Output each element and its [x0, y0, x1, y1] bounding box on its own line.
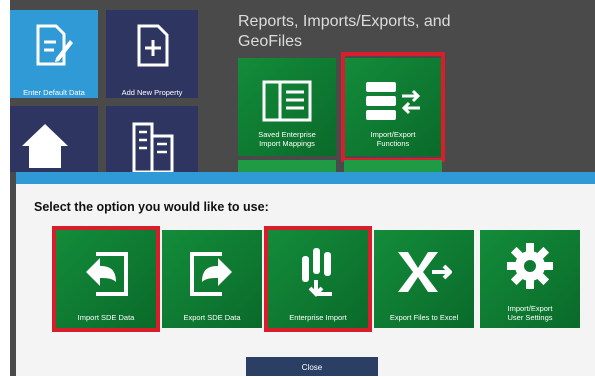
- import-export-user-settings-label: Import/Export User Settings: [507, 304, 553, 322]
- building-tile[interactable]: [106, 106, 198, 172]
- enter-default-data-label: Enter Default Data: [23, 88, 85, 97]
- dialog-title-bar: [16, 172, 595, 184]
- home-tile[interactable]: [10, 106, 98, 172]
- mappings-list-icon: [262, 80, 312, 122]
- enter-default-data-tile[interactable]: Enter Default Data: [10, 10, 98, 98]
- add-document-icon: [137, 24, 169, 67]
- import-export-functions-highlight: [341, 52, 445, 162]
- add-new-property-tile[interactable]: Add New Property: [106, 10, 198, 98]
- close-button[interactable]: Close: [246, 357, 378, 376]
- export-arrow-icon: [190, 252, 232, 296]
- home-icon: [22, 124, 68, 168]
- section-title: Reports, Imports/Exports, and GeoFiles: [238, 13, 451, 50]
- saved-enterprise-import-mappings-label: Saved Enterprise Import Mappings: [258, 130, 316, 148]
- excel-export-icon: [398, 252, 452, 292]
- export-files-to-excel-label: Export Files to Excel: [389, 313, 459, 322]
- saved-enterprise-import-mappings-tile[interactable]: Saved Enterprise Import Mappings: [238, 58, 336, 156]
- edit-document-icon: [36, 24, 73, 66]
- add-new-property-label: Add New Property: [121, 88, 183, 97]
- export-sde-data-label: Export SDE Data: [183, 313, 241, 322]
- partial-tile-right: [344, 160, 442, 172]
- enterprise-import-highlight: [264, 226, 372, 332]
- dialog-prompt: Select the option you would like to use:: [34, 200, 269, 214]
- import-export-user-settings-button[interactable]: Import/Export User Settings: [480, 230, 580, 328]
- import-sde-data-highlight: [52, 226, 160, 332]
- export-files-to-excel-button[interactable]: Export Files to Excel: [374, 230, 474, 328]
- partial-tile-left: [238, 160, 336, 172]
- export-sde-data-button[interactable]: Export SDE Data: [162, 230, 262, 328]
- building-icon: [132, 122, 174, 172]
- gear-icon: [507, 243, 553, 289]
